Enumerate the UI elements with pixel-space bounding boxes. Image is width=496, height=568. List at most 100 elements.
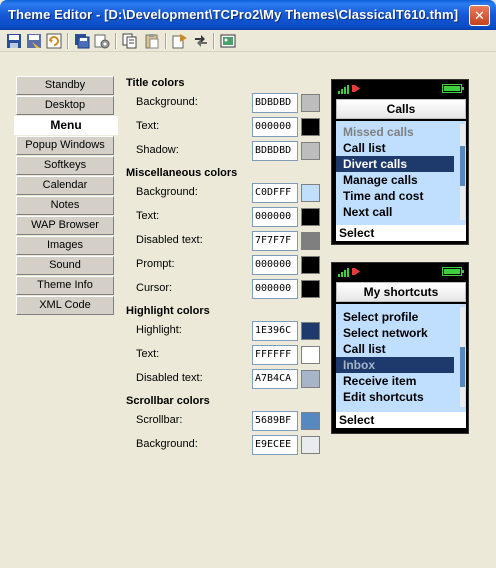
scrollbar-swatch[interactable] xyxy=(301,412,320,430)
copy-icon[interactable] xyxy=(122,33,138,49)
title-colors-heading: Title colors xyxy=(126,77,185,89)
highlight-disabled-text-hex-field[interactable]: A7B4CA xyxy=(252,369,298,389)
sidebar-item-standby[interactable]: Standby xyxy=(16,76,114,95)
battery-icon xyxy=(442,84,464,93)
export-icon[interactable] xyxy=(172,33,188,49)
misc-cursor-hex-field[interactable]: 000000 xyxy=(252,279,298,299)
sidebar-item-notes[interactable]: Notes xyxy=(16,196,114,215)
misc-text-swatch[interactable] xyxy=(301,208,320,226)
phone-scrollbar-thumb xyxy=(460,146,465,186)
misc-prompt-hex-field[interactable]: 000000 xyxy=(252,255,298,275)
misc-background-hex-field[interactable]: C0DFFF xyxy=(252,183,298,203)
close-button[interactable]: ✕ xyxy=(469,5,490,26)
sidebar-item-theme-info[interactable]: Theme Info xyxy=(16,276,114,295)
title-background-hex-field[interactable]: BDBDBD xyxy=(252,93,298,113)
highlight-disabled-text-swatch[interactable] xyxy=(301,370,320,388)
misc-background-swatch[interactable] xyxy=(301,184,320,202)
title-text-swatch[interactable] xyxy=(301,118,320,136)
highlight-disabled-text-row: Disabled text: A7B4CA xyxy=(126,369,326,389)
scrollbar-colors-heading: Scrollbar colors xyxy=(126,395,210,407)
color-label: Cursor: xyxy=(136,282,173,294)
phone-menu-list: Missed calls Call list Divert calls Mana… xyxy=(336,121,466,225)
sidebar-item-images[interactable]: Images xyxy=(16,236,114,255)
title-text-hex-field[interactable]: 000000 xyxy=(252,117,298,137)
misc-text-row: Text: 000000 xyxy=(126,207,326,227)
phone-menu-item: Missed calls xyxy=(343,125,414,139)
color-label: Background: xyxy=(136,186,198,198)
save-icon[interactable] xyxy=(6,33,22,49)
title-background-swatch[interactable] xyxy=(301,94,320,112)
battery-icon xyxy=(442,267,464,276)
misc-cursor-row: Cursor: 000000 xyxy=(126,279,326,299)
title-shadow-hex-field[interactable]: BDBDBD xyxy=(252,141,298,161)
close-icon: ✕ xyxy=(474,8,485,23)
misc-disabled-text-row: Disabled text: 7F7F7F xyxy=(126,231,326,251)
highlight-hex-field[interactable]: 1E396C xyxy=(252,321,298,341)
sidebar-item-wap-browser[interactable]: WAP Browser xyxy=(16,216,114,235)
refresh-icon[interactable] xyxy=(46,33,62,49)
sidebar-item-calendar[interactable]: Calendar xyxy=(16,176,114,195)
window-title: Theme Editor - [D:\Development\TCPro2\My… xyxy=(8,7,459,22)
settings-icon[interactable] xyxy=(94,33,110,49)
phone-preview-calls: Calls Missed calls Call list Divert call… xyxy=(331,79,469,245)
save-all-icon[interactable] xyxy=(74,33,90,49)
section-sidebar: Standby Desktop Menu Popup Windows Softk… xyxy=(14,76,118,316)
save-as-icon[interactable] xyxy=(26,33,42,49)
misc-disabled-text-hex-field[interactable]: 7F7F7F xyxy=(252,231,298,251)
color-label: Background: xyxy=(136,438,198,450)
color-label: Text: xyxy=(136,348,160,360)
sidebar-item-xml-code[interactable]: XML Code xyxy=(16,296,114,315)
phone-softkey: Select xyxy=(336,412,466,428)
toolbar-separator xyxy=(115,33,117,49)
signal-icon xyxy=(338,85,349,94)
title-shadow-swatch[interactable] xyxy=(301,142,320,160)
misc-colors-heading: Miscellaneous colors xyxy=(126,167,238,179)
phone-status-bar xyxy=(336,266,466,278)
preview-icon[interactable] xyxy=(220,33,236,49)
phone-scrollbar xyxy=(460,124,465,220)
phone-menu-item: Manage calls xyxy=(343,173,418,187)
misc-cursor-swatch[interactable] xyxy=(301,280,320,298)
title-bar: Theme Editor - [D:\Development\TCPro2\My… xyxy=(0,0,496,30)
title-text-row: Text: 000000 xyxy=(126,117,326,137)
phone-menu-item: Next call xyxy=(343,205,393,219)
misc-disabled-text-swatch[interactable] xyxy=(301,232,320,250)
scrollbar-background-swatch[interactable] xyxy=(301,436,320,454)
phone-menu-item: Call list xyxy=(343,141,386,155)
highlight-text-swatch[interactable] xyxy=(301,346,320,364)
phone-preview-shortcuts: My shortcuts Select profile Select netwo… xyxy=(331,262,469,434)
phone-menu-item: Divert calls xyxy=(336,156,454,172)
swap-icon[interactable] xyxy=(193,33,209,49)
message-alert-icon xyxy=(352,85,360,92)
sidebar-item-menu[interactable]: Menu xyxy=(14,116,118,135)
sidebar-item-sound[interactable]: Sound xyxy=(16,256,114,275)
sidebar-item-desktop[interactable]: Desktop xyxy=(16,96,114,115)
scrollbar-hex-field[interactable]: 5689BF xyxy=(252,411,298,431)
toolbar-separator xyxy=(165,33,167,49)
title-background-row: Background: BDBDBD xyxy=(126,93,326,113)
toolbar xyxy=(0,30,496,52)
color-label: Prompt: xyxy=(136,258,175,270)
color-label: Shadow: xyxy=(136,144,179,156)
sidebar-item-popup-windows[interactable]: Popup Windows xyxy=(16,136,114,155)
toolbar-separator xyxy=(67,33,69,49)
color-label: Disabled text: xyxy=(136,372,203,384)
message-alert-icon xyxy=(352,268,360,275)
misc-prompt-swatch[interactable] xyxy=(301,256,320,274)
misc-text-hex-field[interactable]: 000000 xyxy=(252,207,298,227)
scrollbar-background-hex-field[interactable]: E9ECEE xyxy=(252,435,298,455)
scrollbar-background-row: Background: E9ECEE xyxy=(126,435,326,455)
highlight-text-hex-field[interactable]: FFFFFF xyxy=(252,345,298,365)
color-label: Disabled text: xyxy=(136,234,203,246)
color-label: Text: xyxy=(136,210,160,222)
color-label: Highlight: xyxy=(136,324,182,336)
paste-icon[interactable] xyxy=(144,33,160,49)
color-label: Background: xyxy=(136,96,198,108)
phone-menu-item: Receive item xyxy=(343,374,417,388)
signal-icon xyxy=(338,268,349,277)
phone-menu-item: Edit shortcuts xyxy=(343,390,424,404)
sidebar-item-softkeys[interactable]: Softkeys xyxy=(16,156,114,175)
phone-menu-title: Calls xyxy=(336,99,466,119)
highlight-swatch[interactable] xyxy=(301,322,320,340)
phone-status-bar xyxy=(336,83,466,95)
